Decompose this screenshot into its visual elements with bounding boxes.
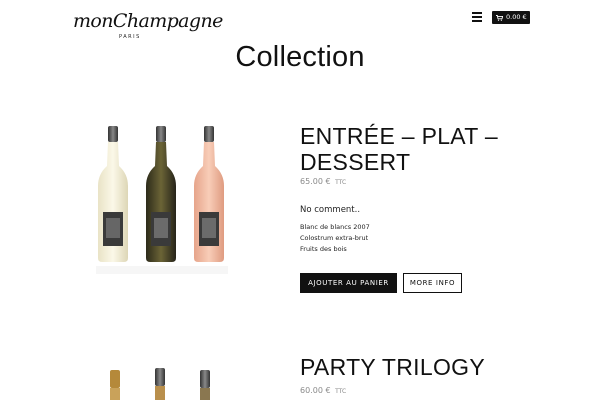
price-suffix: TTC [335,179,347,186]
page-title: Collection [235,41,365,73]
logo-text: monChampagne [73,10,223,32]
price-amount: 65.00 € [300,177,331,186]
product-item: Colostrum extra-brut [300,234,369,242]
product-comment: No comment.. [300,205,361,215]
product-item: Blanc de blancs 2007 [300,223,370,231]
product-image[interactable] [100,364,220,400]
add-to-cart-button[interactable]: AJOUTER AU PANIER [300,273,397,293]
product-price: 60.00 € TTC [300,386,346,395]
product-description: Blanc de blancs 2007 Colostrum extra-bru… [300,222,370,255]
price-amount: 60.00 € [300,386,331,395]
hamburger-icon [472,12,482,22]
menu-button[interactable] [472,12,482,22]
product-item: Fruits des bois [300,245,347,253]
logo-subtext: PARIS [119,34,141,40]
logo[interactable]: monChampagne PARIS [73,10,223,40]
price-suffix: TTC [335,388,347,395]
more-info-button[interactable]: MORE INFO [403,273,462,293]
cart-total: 0.00 € [506,13,527,21]
product-image[interactable] [94,120,230,280]
product-title[interactable]: PARTY TRILOGY [300,354,560,380]
product-title[interactable]: ENTRÉE – PLAT – DESSERT [300,123,530,175]
cart-icon [496,14,503,21]
cart-button[interactable]: 0.00 € [492,11,530,24]
product-price: 65.00 € TTC [300,177,346,186]
